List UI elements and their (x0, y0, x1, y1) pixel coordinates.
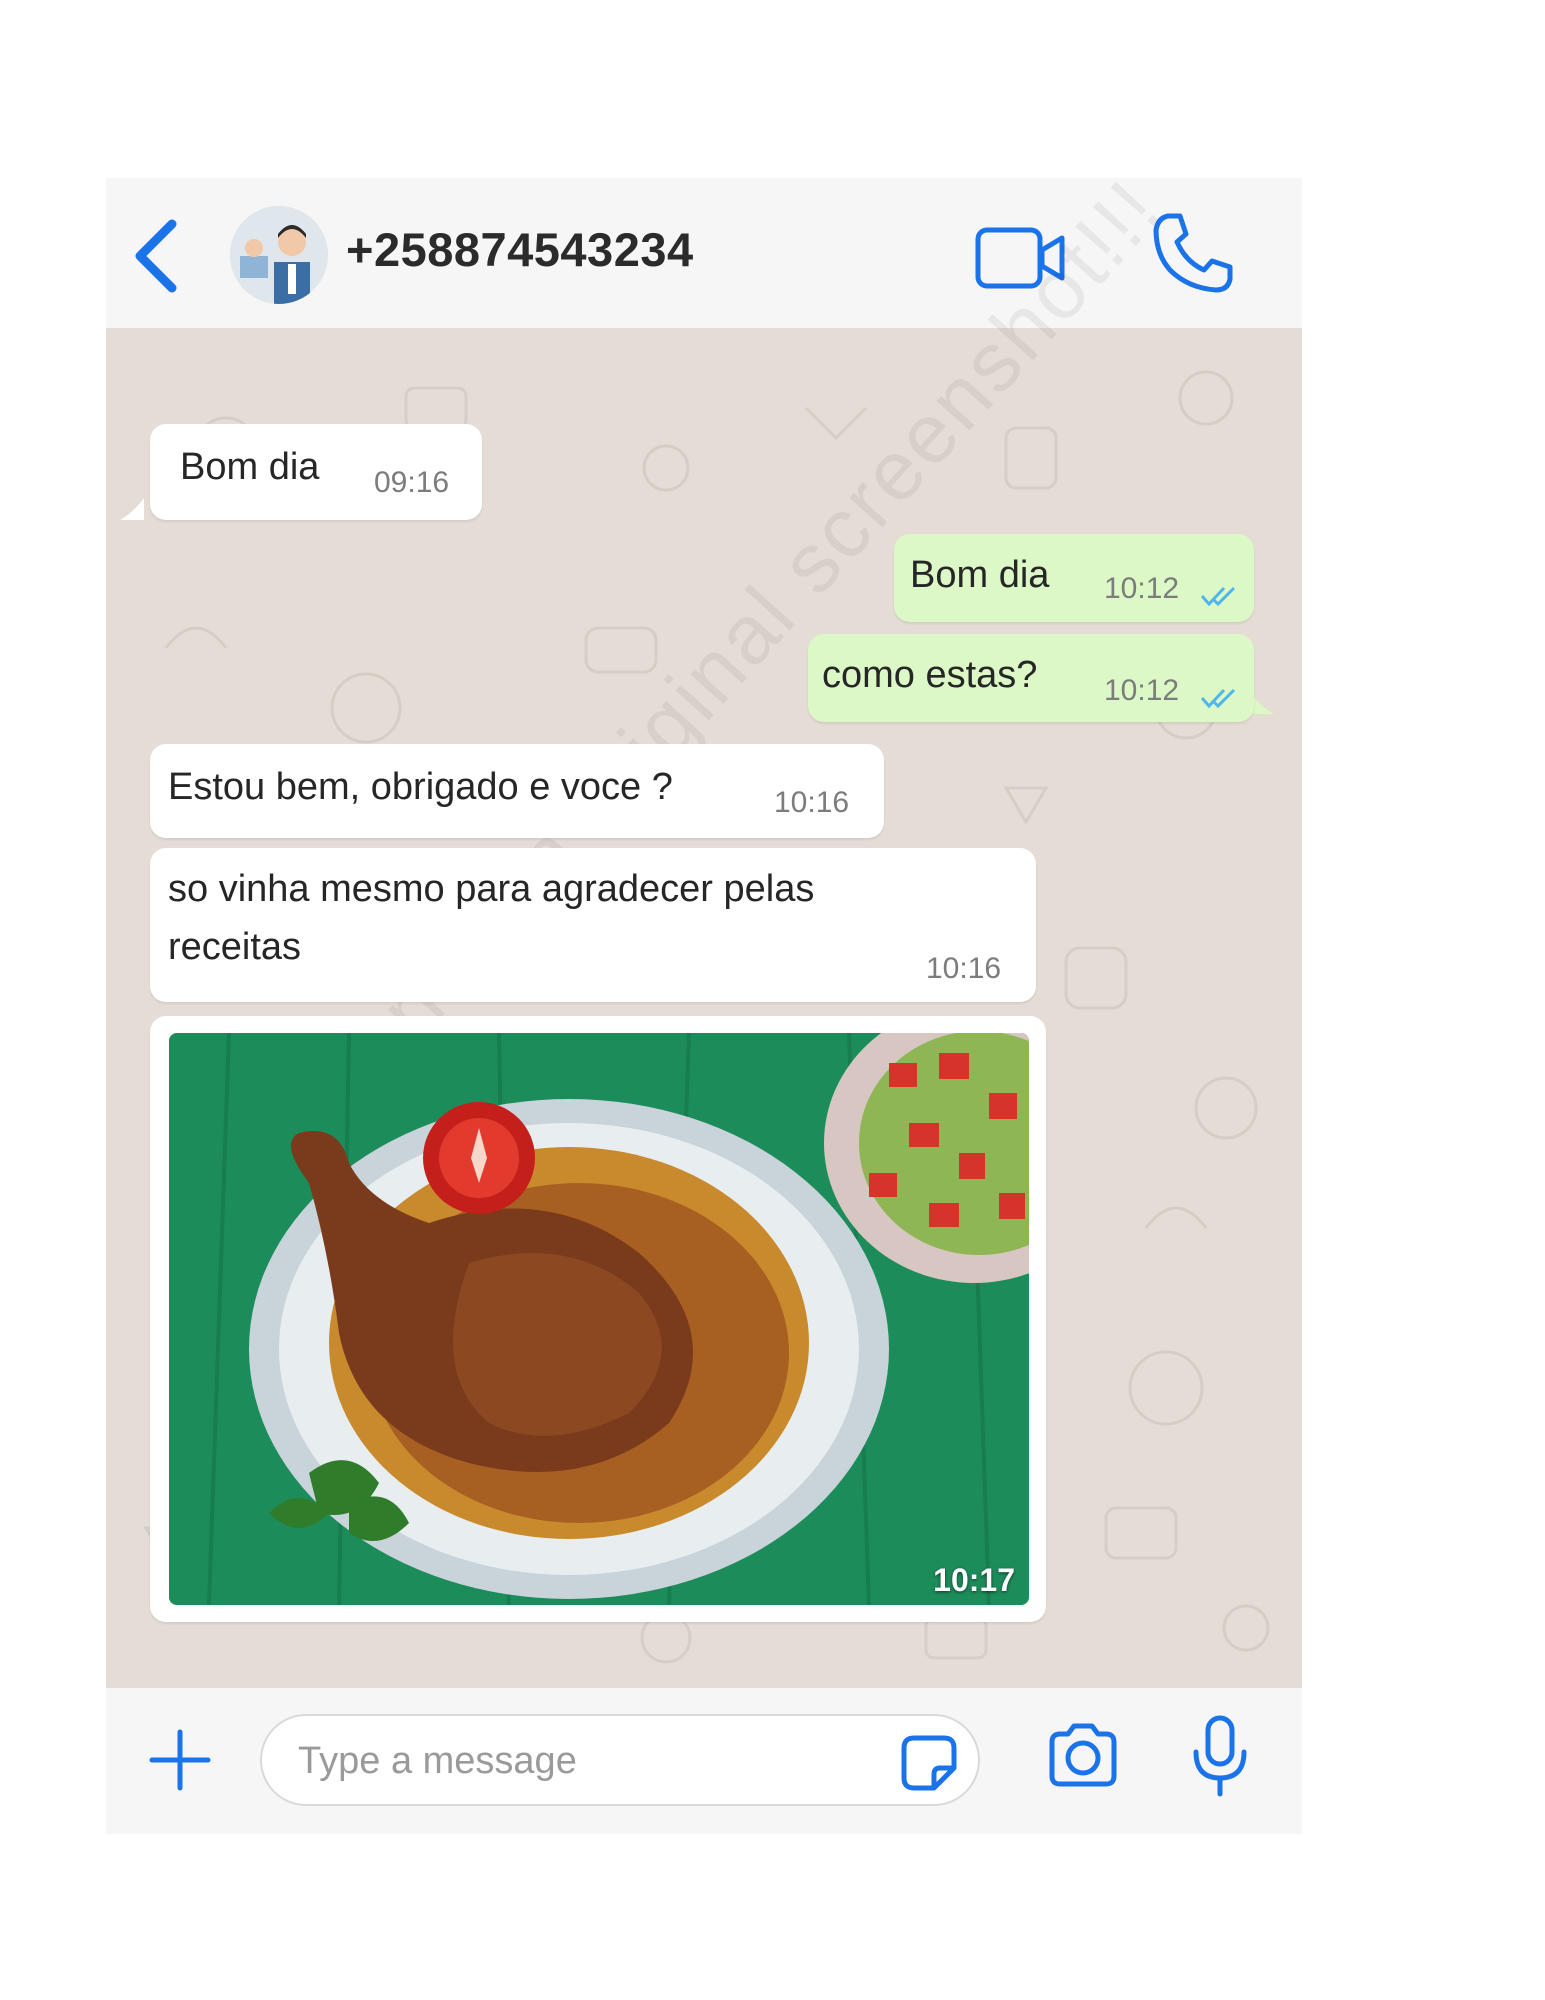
sticker-icon (901, 1735, 957, 1791)
contact-name[interactable]: +258874543234 (346, 222, 694, 277)
message-text: Estou bem, obrigado e voce ? (168, 766, 673, 808)
bubble-tail (120, 498, 144, 520)
read-ticks-icon (1200, 586, 1236, 607)
camera-icon (1049, 1723, 1117, 1787)
message-time: 10:16 (774, 786, 850, 819)
message-text: Bom dia (910, 554, 1050, 596)
voice-message-button[interactable] (1190, 1714, 1250, 1798)
back-chevron-icon (135, 219, 177, 293)
avatar-image (230, 206, 328, 304)
message-text-line: so vinha mesmo para agradecer pelas (168, 868, 815, 910)
roast-chicken-plate-photo (169, 1033, 1029, 1605)
message-bubble-incoming[interactable]: Bom dia 09:16 (150, 424, 482, 520)
attach-button[interactable] (148, 1728, 212, 1792)
message-bubble-incoming[interactable]: Estou bem, obrigado e voce ? 10:16 (150, 744, 884, 838)
sticker-button[interactable] (900, 1734, 958, 1792)
message-bubble-outgoing[interactable]: Bom dia 10:12 (894, 534, 1254, 622)
camera-button[interactable] (1046, 1722, 1120, 1788)
message-text: como estas? (822, 654, 1038, 696)
message-time: 10:17 (933, 1562, 1015, 1598)
message-time: 10:12 (1104, 572, 1180, 605)
message-time: 09:16 (374, 466, 450, 499)
message-composer (106, 1688, 1302, 1834)
message-text: Bom dia (180, 446, 320, 488)
message-time: 10:16 (926, 952, 1002, 985)
message-time: 10:12 (1104, 674, 1180, 707)
read-ticks-icon (1200, 688, 1236, 709)
message-input-container[interactable] (260, 1714, 980, 1806)
message-list[interactable]: This is not an original screenshot!!! Bo… (106, 178, 1302, 1796)
message-bubble-outgoing[interactable]: como estas? 10:12 (808, 634, 1254, 722)
microphone-icon (1193, 1715, 1247, 1797)
back-button[interactable] (128, 216, 188, 296)
message-bubble-incoming[interactable]: so vinha mesmo para agradecer pelas rece… (150, 848, 1036, 1002)
chat-window: +258874543234 This is not an original sc… (106, 178, 1302, 1834)
shared-photo[interactable]: 10:17 (169, 1033, 1029, 1605)
message-text-line: receitas (168, 926, 302, 968)
contact-avatar[interactable] (230, 206, 328, 304)
image-message-bubble[interactable]: 10:17 (150, 1016, 1046, 1622)
message-input[interactable] (296, 1732, 860, 1790)
plus-icon (149, 1729, 211, 1791)
